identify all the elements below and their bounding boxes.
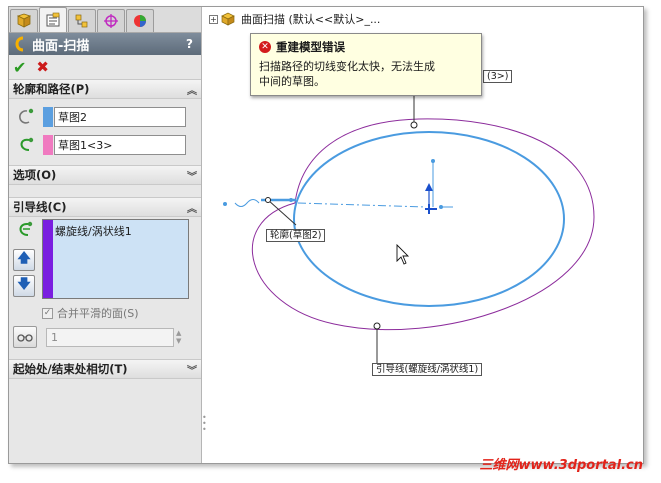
guide-curve-icon [19,221,33,236]
tooltip-title-text: 重建模型错误 [276,40,345,54]
property-manager-panel: 曲面-扫描 ? ✔ ✖ 轮廓和路径(P) ︽ 草图2 草图1<3> 选项(O) … [9,7,202,463]
help-button[interactable]: ? [186,37,193,51]
group-tangency-title: 起始处/结束处相切(T) [13,362,128,376]
tab-display-manager[interactable] [126,9,154,32]
profile-field[interactable]: 草图2 [54,107,186,127]
group-options-title: 选项(O) [13,168,57,182]
path-color-swatch [43,135,53,155]
cancel-button[interactable]: ✖ [36,58,49,76]
guide-spin-row: 1 ▲ ▼ [9,323,201,351]
tooltip-title: ✕ 重建模型错误 [259,39,473,55]
path-icon [20,137,34,151]
property-manager-icon [46,12,60,27]
group-tangency-header[interactable]: 起始处/结束处相切(T) ︾ [9,359,201,379]
guide-curve-color-bar [43,220,53,298]
profile-point [265,197,271,203]
path-callout: (3>) [483,70,513,83]
helix-guide-curve [252,118,595,331]
confirm-bar: ✔ ✖ [9,55,201,79]
group-profile-path-title: 轮廓和路径(P) [13,82,90,96]
collapse-icon[interactable]: ︽ [187,82,197,97]
move-down-button[interactable]: 🡇 [13,275,35,297]
tab-property-manager[interactable] [39,7,67,32]
guide-curve-callout: 引导线(螺旋线/涡状线1) [372,363,483,376]
profile-color-swatch [43,107,53,127]
expand-icon[interactable]: ︾ [187,168,197,183]
tooltip-body-line-1: 扫描路径的切线变化太快，无法生成 [259,60,435,73]
section-number-field[interactable]: 1 [46,327,174,347]
guide-curves-area: 螺旋线/涡状线1 🡅 🡇 [9,217,201,317]
tooltip-body-line-2: 中间的草图。 [259,75,325,88]
sweep-path-ellipse [293,131,565,307]
center-line [297,202,427,208]
profile-sketch [234,199,260,207]
guide-curves-list[interactable]: 螺旋线/涡状线1 [42,219,189,299]
list-item[interactable]: 螺旋线/涡状线1 [55,223,132,239]
display-manager-icon [134,15,146,27]
tab-configuration-manager[interactable] [68,9,96,32]
spin-arrows[interactable]: ▲ ▼ [176,328,186,347]
sweep-surface-icon [15,36,24,52]
move-up-button[interactable]: 🡅 [13,249,35,271]
feature-manager-icon [16,13,32,28]
group-profile-path-header[interactable]: 轮廓和路径(P) ︽ [9,79,201,99]
tab-feature-manager[interactable] [10,9,38,32]
ok-button[interactable]: ✔ [13,58,26,77]
profile-icon [19,108,34,124]
watermark: 三维网www.3dportal.cn [479,458,643,473]
group-guide-curves-title: 引导线(C) [13,200,67,214]
collapse-icon[interactable]: ︽ [187,200,197,215]
error-icon: ✕ [259,41,271,53]
show-sections-button[interactable] [13,326,37,348]
dimxpert-icon [104,14,118,28]
glasses-icon [17,334,33,342]
property-manager-title-bar: 曲面-扫描 ? [9,33,201,55]
tab-dimxpert[interactable] [97,9,125,32]
expand-icon[interactable]: ︾ [187,362,197,377]
tooltip-body: 扫描路径的切线变化太快，无法生成 中间的草图。 [259,59,473,89]
path-selection-row: 草图1<3> [9,131,201,159]
profile-callout: 轮廓(草图2) [266,229,326,242]
profile-selection-row: 草图2 [9,103,201,131]
page-title: 曲面-扫描 [32,38,90,54]
rebuild-error-tooltip: ✕ 重建模型错误 扫描路径的切线变化太快，无法生成 中间的草图。 [250,33,482,96]
mouse-cursor [396,243,410,265]
path-field[interactable]: 草图1<3> [54,135,186,155]
group-options-header[interactable]: 选项(O) ︾ [9,165,201,185]
configuration-manager-icon [75,14,88,28]
group-guide-curves-header[interactable]: 引导线(C) ︽ [9,197,201,217]
solidworks-window: 曲面-扫描 ? ✔ ✖ 轮廓和路径(P) ︽ 草图2 草图1<3> 选项(O) … [8,6,644,464]
manager-tabs [9,7,201,33]
